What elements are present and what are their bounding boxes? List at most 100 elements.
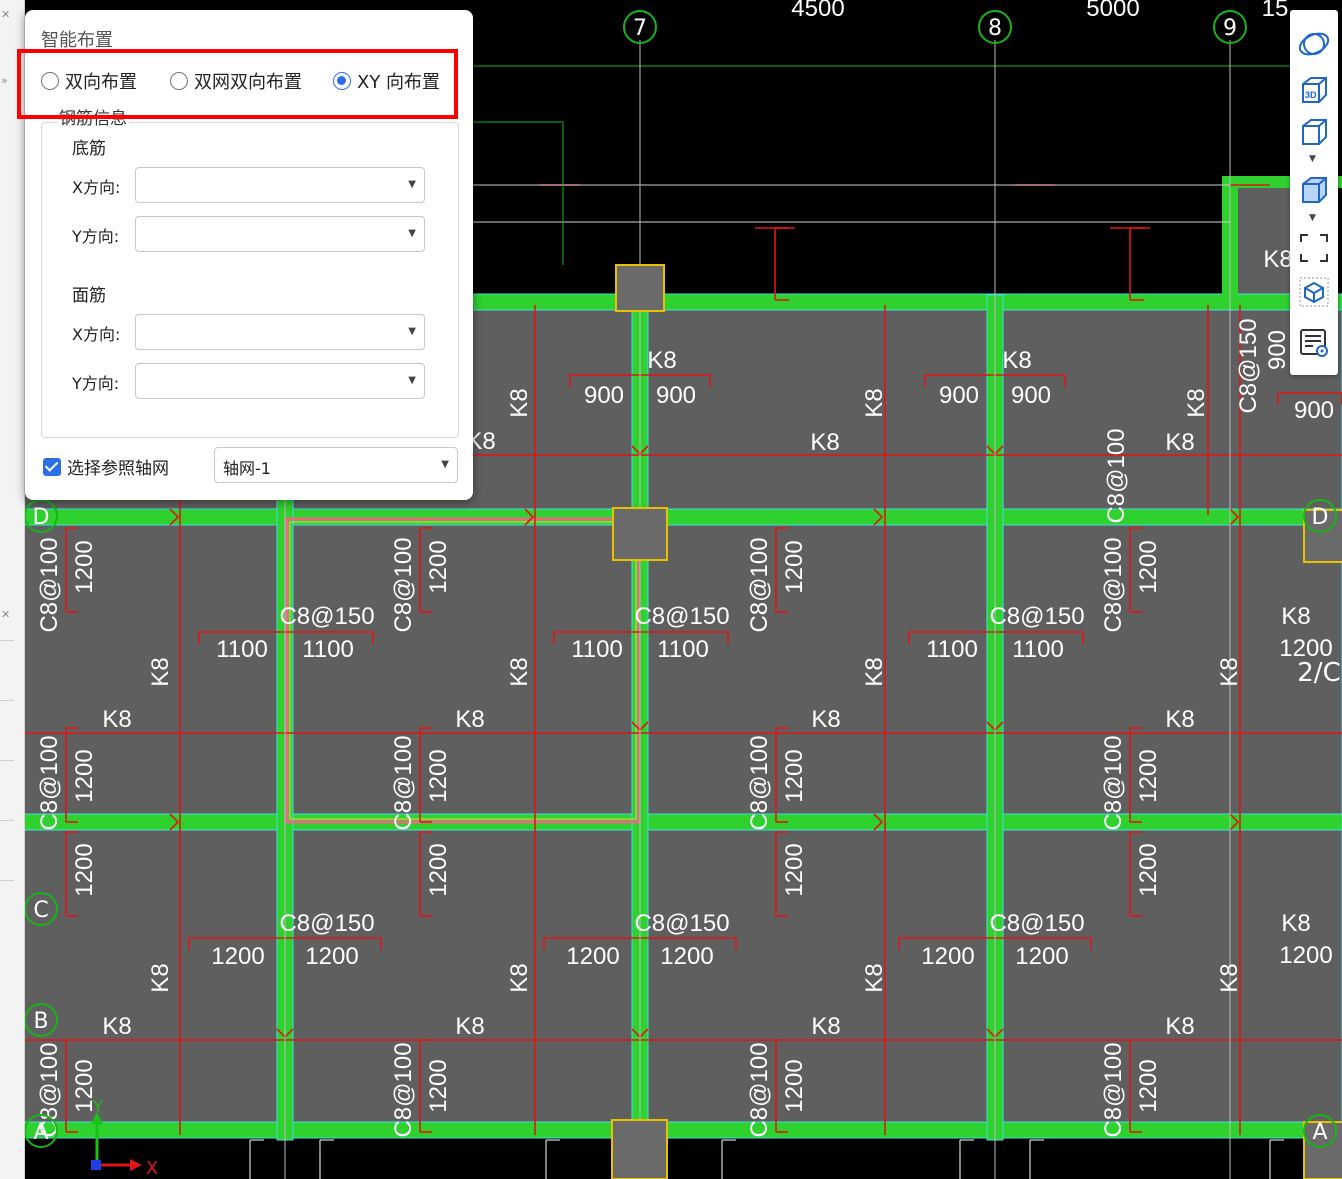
divider bbox=[0, 760, 14, 761]
chevron-down-icon[interactable]: ▼ bbox=[408, 179, 416, 190]
rebar-label: C8@100 bbox=[1100, 537, 1127, 632]
rebar-label: 1200 bbox=[1135, 749, 1162, 802]
ucs-origin bbox=[91, 1160, 101, 1170]
rebar-label: C8@150 bbox=[989, 910, 1084, 937]
rebar-label: C8@100 bbox=[1100, 735, 1127, 830]
expand-icon[interactable]: » bbox=[1, 74, 8, 87]
slab-area bbox=[1230, 180, 1290, 300]
rebar-label: 1200 bbox=[1015, 943, 1068, 970]
axis-label: A bbox=[1312, 1120, 1327, 1145]
close-icon[interactable]: ✕ bbox=[1, 608, 10, 621]
chevron-down-icon[interactable]: ▼ bbox=[408, 326, 416, 337]
rebar-label: 1200 bbox=[71, 843, 98, 896]
mode-highlight-box bbox=[17, 49, 458, 119]
rebar-label: 1200 bbox=[211, 943, 264, 970]
rebar-label: K8 bbox=[506, 963, 533, 992]
rebar-label: K8 bbox=[861, 657, 888, 686]
rebar-label: 1200 bbox=[71, 749, 98, 802]
zoom-extents-button[interactable] bbox=[1294, 228, 1334, 268]
chevron-down-icon[interactable]: ▼ bbox=[408, 375, 416, 386]
chevron-down-icon[interactable]: ▼ bbox=[408, 228, 416, 239]
top-rebar-label: 面筋 bbox=[72, 286, 106, 306]
axis-label: 9 bbox=[1223, 16, 1237, 41]
chevron-down-icon[interactable]: ▼ bbox=[441, 459, 449, 470]
column bbox=[612, 507, 668, 561]
chevron-down-icon[interactable]: ▼ bbox=[1309, 213, 1316, 223]
rebar-label: 1200 bbox=[921, 943, 974, 970]
orbit-button[interactable] bbox=[1294, 24, 1334, 64]
beam bbox=[0, 508, 1342, 526]
rebar-label: 1100 bbox=[302, 636, 354, 663]
rebar-label: C8@100 bbox=[746, 735, 773, 830]
bottom-rebar-label: 底筋 bbox=[72, 139, 106, 159]
rebar-label: 1200 bbox=[566, 943, 619, 970]
rebar-label: C8@100 bbox=[1100, 1042, 1127, 1137]
rebar-label: 1200 bbox=[1135, 540, 1162, 593]
rebar-label: K8 bbox=[811, 706, 840, 733]
rebar-label: K8 bbox=[1216, 963, 1243, 992]
rebar-label: 1100 bbox=[1012, 636, 1064, 663]
rebar-label: 900 bbox=[939, 382, 979, 409]
rebar-label: C8@150 bbox=[1235, 318, 1262, 413]
rebar-label: K8 bbox=[1216, 657, 1243, 686]
rebar-label: C8@150 bbox=[279, 910, 374, 937]
axis-label: 8 bbox=[988, 16, 1002, 41]
rebar-label: K8 bbox=[810, 429, 839, 456]
rebar-label: 1100 bbox=[926, 636, 978, 663]
divider bbox=[0, 640, 14, 641]
rebar-label: K8 bbox=[455, 1013, 484, 1040]
box-wire-icon bbox=[1302, 119, 1327, 145]
dimension-label: 5000 bbox=[1086, 0, 1139, 22]
rebar-label: C8@100 bbox=[390, 1042, 417, 1137]
rebar-label: 1200 bbox=[425, 540, 452, 593]
rebar-label: C8@150 bbox=[634, 910, 729, 937]
view-3d-button[interactable]: 3D bbox=[1294, 70, 1334, 110]
rebar-label: 1200 bbox=[305, 943, 358, 970]
rebar-label: C8@100 bbox=[390, 537, 417, 632]
box-wire-button[interactable] bbox=[1294, 112, 1334, 152]
top-x-select[interactable]: ▼ bbox=[135, 314, 425, 350]
orbit-icon bbox=[1298, 32, 1330, 56]
ref-grid-select[interactable]: 轴网-1 ▼ bbox=[214, 447, 458, 483]
view-cube-icon bbox=[1299, 277, 1329, 307]
rebar-label: 1100 bbox=[216, 636, 268, 663]
rebar-label: 900 bbox=[1294, 397, 1334, 424]
rebar-label: 1200 bbox=[425, 1059, 452, 1112]
rebar-label: K8 bbox=[147, 657, 174, 686]
rebar-label: K8 bbox=[811, 1013, 840, 1040]
rebar-label: K8 bbox=[1165, 706, 1194, 733]
bottom-y-select[interactable]: ▼ bbox=[135, 216, 425, 252]
ucs-x-label: X bbox=[146, 1158, 158, 1179]
rebar-label: 900 bbox=[584, 382, 624, 409]
rebar-label: K8 bbox=[861, 388, 888, 417]
rebar-label: C8@150 bbox=[634, 603, 729, 630]
top-y-select[interactable]: ▼ bbox=[135, 363, 425, 399]
rebar-label: 1200 bbox=[781, 749, 808, 802]
bottom-x-label: X方向: bbox=[72, 178, 121, 197]
rebar-label: K8 bbox=[1281, 603, 1310, 630]
axis-label: 7 bbox=[633, 16, 647, 41]
view-cube-button[interactable] bbox=[1294, 272, 1334, 312]
rebar-label: 1200 bbox=[660, 943, 713, 970]
box-solid-button[interactable] bbox=[1294, 170, 1334, 210]
rebar-label: K8 bbox=[1002, 347, 1031, 374]
rebar-label: K8 bbox=[102, 706, 131, 733]
chevron-down-icon[interactable]: ▼ bbox=[1309, 154, 1316, 164]
column bbox=[611, 1119, 668, 1179]
bottom-x-select[interactable]: ▼ bbox=[135, 167, 425, 203]
close-icon[interactable]: ✕ bbox=[1, 8, 10, 21]
rebar-label: 900 bbox=[656, 382, 696, 409]
dimension-label: 15 bbox=[1262, 0, 1289, 22]
rebar-label: C8@100 bbox=[1103, 428, 1130, 523]
rebar-label: 1200 bbox=[425, 749, 452, 802]
rebar-label: 1200 bbox=[781, 1059, 808, 1112]
rebar-label: C8@100 bbox=[390, 735, 417, 830]
bottom-y-label: Y方向: bbox=[72, 227, 120, 246]
ref-grid-checkbox[interactable]: 选择参照轴网 bbox=[43, 454, 169, 479]
rebar-label: 1200 bbox=[1135, 1059, 1162, 1112]
rebar-label: K8 bbox=[102, 1013, 131, 1040]
checkbox-checked-icon[interactable] bbox=[43, 457, 61, 476]
properties-button[interactable] bbox=[1294, 322, 1334, 362]
rebar-label: 1200 bbox=[781, 843, 808, 896]
rebar-label: K8 bbox=[1281, 910, 1310, 937]
